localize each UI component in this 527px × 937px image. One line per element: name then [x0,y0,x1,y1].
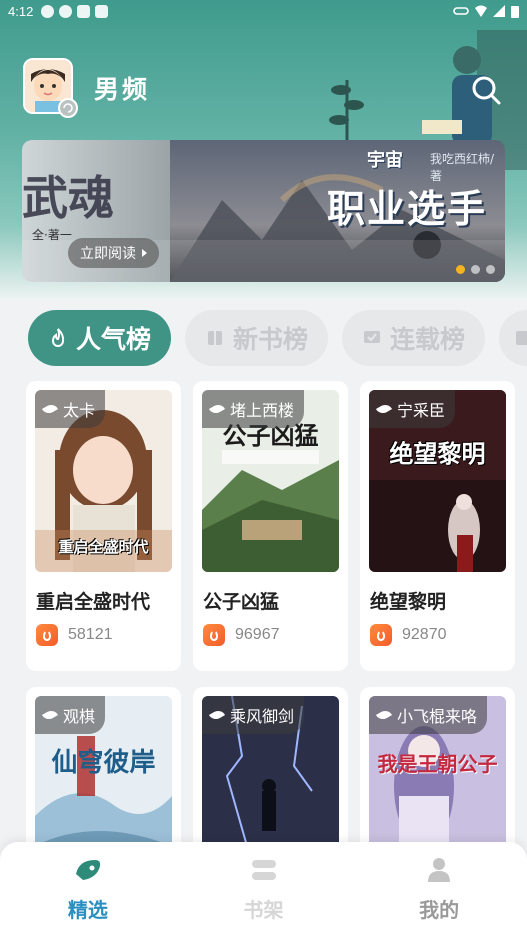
featured-icon [75,860,100,880]
tab-label: 新书榜 [233,325,309,354]
fire-icon [36,624,58,646]
book-card[interactable]: 重启全盛时代 太卡 重启全盛时代 58121 [26,381,181,671]
book-author: 太卡 [63,401,96,420]
tab-serial[interactable]: 连载榜 [342,310,486,366]
featured-banner[interactable]: 武魂 全·著一 立即阅读 宇宙 我吃西红柿/著 职业选手 [22,140,505,282]
cover-title: 仙穹彼岸 [51,748,156,778]
book-author: 小飞棍来咯 [397,707,478,726]
read-now-label: 立即阅读 [80,246,136,262]
popularity-count: 92870 [402,626,447,643]
profile-icon [428,858,451,882]
ranking-tabs: 人气榜 新书榜 连载榜 [28,310,527,368]
book-card[interactable]: 绝望黎明 宁采臣 绝望黎明 92870 [360,381,515,671]
bottom-nav: 精选 书架 我的 [0,842,527,937]
book-author: 宁采臣 [397,401,446,420]
author-chip: 太卡 [35,390,106,428]
popularity: 58121 [36,624,113,646]
status-notification-icons [41,4,109,18]
popularity: 92870 [370,624,447,646]
flame-icon [51,328,65,347]
banner-main-title: 职业选手 [327,186,488,231]
banner-pagination [456,265,495,274]
link-icon [453,7,469,15]
search-icon[interactable] [470,74,502,106]
pagination-dot[interactable] [486,265,495,274]
tab-new[interactable]: 新书榜 [185,310,329,366]
tab-popular[interactable]: 人气榜 [28,310,172,366]
popularity-count: 96967 [235,626,280,643]
author-chip: 宁采臣 [369,390,456,428]
status-time: 4:12 [8,3,34,19]
banner-subtitle: 宇宙 [367,150,403,171]
author-chip: 堵上西楼 [202,390,305,428]
signal-icon [493,5,505,17]
leaf-icon [41,402,59,416]
fire-icon [203,624,225,646]
play-arrow-icon [142,249,147,257]
serial-icon [364,331,381,343]
book-title: 绝望黎明 [370,591,447,613]
tab-label: 人气榜 [76,325,152,354]
leaf-icon [208,402,226,416]
nav-featured[interactable]: 精选 [0,842,176,937]
cover-title: 重启全盛时代 [58,538,149,556]
read-now-button[interactable]: 立即阅读 [68,238,159,268]
book-title: 重启全盛时代 [36,591,151,613]
cover-title: 绝望黎明 [389,439,486,468]
banner-left-title: 武魂 [22,171,114,225]
popularity-count: 58121 [68,626,113,643]
leaf-icon [41,708,59,722]
nav-label: 我的 [419,898,460,922]
bookshelf-icon [251,860,276,880]
book-author: 观棋 [63,707,96,726]
popularity: 96967 [203,624,280,646]
pagination-dot[interactable] [471,265,480,274]
leaf-icon [208,708,226,722]
tab-more[interactable] [499,310,527,366]
app-icon [77,4,91,18]
channel-title[interactable]: 男频 [94,70,150,106]
leaf-icon [375,708,393,722]
book-icon [208,331,223,345]
tab-label: 连载榜 [390,325,466,354]
fire-icon [370,624,392,646]
author-chip: 观棋 [35,696,106,734]
status-system-icons [453,5,519,18]
list-icon [516,331,527,345]
cat-icon [95,4,109,18]
banner-left-author: 全·著一 [32,228,72,242]
leaf-icon [375,402,393,416]
nav-bookshelf[interactable]: 书架 [176,842,352,937]
status-bar: 4:12 [0,0,527,22]
book-card[interactable]: 公子凶猛 堵上西楼 公子凶猛 96967 [193,381,348,671]
book-author: 堵上西楼 [230,401,295,420]
book-title: 公子凶猛 [203,591,280,613]
pagination-dot[interactable] [456,265,465,274]
notification-icon [41,4,55,18]
author-chip: 小飞棍来咯 [369,696,488,734]
switch-channel-icon[interactable] [58,98,78,118]
wifi-icon [475,5,487,17]
header: 4:12 男频 武魂 全·著一 立即阅读 宇宙 我吃西红柿/著 职业选手 [0,0,527,300]
cover-title: 我是王朝公子 [377,752,498,776]
book-author: 乘风御剑 [230,707,295,726]
nav-label: 精选 [67,898,108,922]
battery-icon [511,5,519,18]
author-chip: 乘风御剑 [202,696,305,734]
nav-profile[interactable]: 我的 [351,842,527,937]
nav-label: 书架 [243,898,284,922]
telegram-icon [59,4,73,18]
